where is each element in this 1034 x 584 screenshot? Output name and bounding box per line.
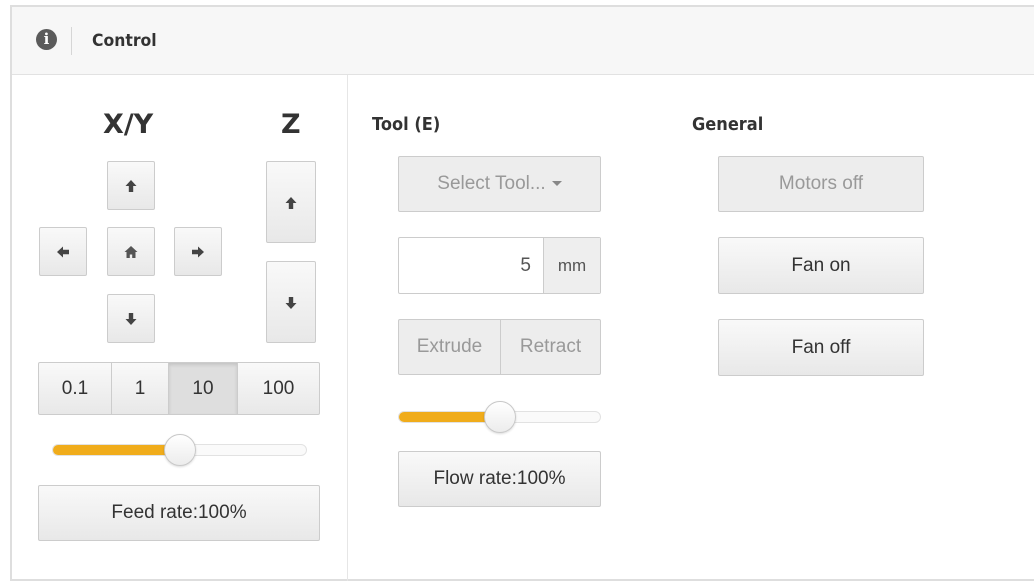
motors-off-button[interactable]: Motors off bbox=[718, 156, 924, 212]
info-circle-icon: i bbox=[36, 29, 57, 50]
arrow-down-icon bbox=[285, 297, 297, 309]
arrow-down-icon bbox=[125, 313, 137, 325]
header-divider bbox=[71, 27, 72, 55]
flow-rate-button[interactable]: Flow rate:100% bbox=[398, 451, 601, 507]
jog-z-up-button[interactable] bbox=[266, 161, 316, 243]
column-divider bbox=[347, 75, 348, 581]
panel-title: Control bbox=[92, 31, 157, 51]
arrow-up-icon bbox=[125, 180, 137, 192]
home-xy-button[interactable] bbox=[107, 227, 155, 276]
flow-rate-slider-handle[interactable] bbox=[483, 401, 516, 433]
distance-1-button[interactable]: 1 bbox=[111, 362, 169, 415]
feed-rate-button[interactable]: Feed rate:100% bbox=[38, 485, 320, 541]
jog-y-up-button[interactable] bbox=[107, 161, 155, 210]
select-tool-label: Select Tool... bbox=[437, 173, 546, 194]
retract-button[interactable]: Retract bbox=[500, 319, 601, 375]
extrude-button[interactable]: Extrude bbox=[398, 319, 501, 375]
jog-x-left-button[interactable] bbox=[39, 227, 87, 276]
arrow-up-icon bbox=[285, 197, 297, 209]
distance-0-1-button[interactable]: 0.1 bbox=[38, 362, 112, 415]
distance-100-button[interactable]: 100 bbox=[237, 362, 320, 415]
xy-heading: X/Y bbox=[103, 109, 154, 140]
arrow-left-icon bbox=[57, 246, 69, 258]
extrude-amount-group: mm bbox=[398, 237, 601, 294]
jog-x-right-button[interactable] bbox=[174, 227, 222, 276]
amount-unit-label: mm bbox=[543, 238, 600, 293]
jog-y-down-button[interactable] bbox=[107, 294, 155, 343]
feed-rate-slider-handle[interactable] bbox=[163, 434, 196, 466]
general-heading: General bbox=[692, 114, 764, 135]
select-tool-dropdown[interactable]: Select Tool... bbox=[398, 156, 601, 212]
fan-on-button[interactable]: Fan on bbox=[718, 237, 924, 294]
distance-10-button[interactable]: 10 bbox=[168, 362, 238, 415]
panel-header: i Control bbox=[12, 7, 1034, 75]
home-icon bbox=[124, 246, 138, 258]
z-heading: Z bbox=[281, 109, 301, 140]
arrow-right-icon bbox=[192, 246, 204, 258]
caret-down-icon bbox=[551, 181, 562, 187]
jog-z-down-button[interactable] bbox=[266, 261, 316, 343]
fan-off-button[interactable]: Fan off bbox=[718, 319, 924, 376]
feed-rate-slider-fill bbox=[53, 445, 181, 455]
extrude-amount-input[interactable] bbox=[399, 238, 543, 293]
tool-heading: Tool (E) bbox=[372, 114, 441, 135]
